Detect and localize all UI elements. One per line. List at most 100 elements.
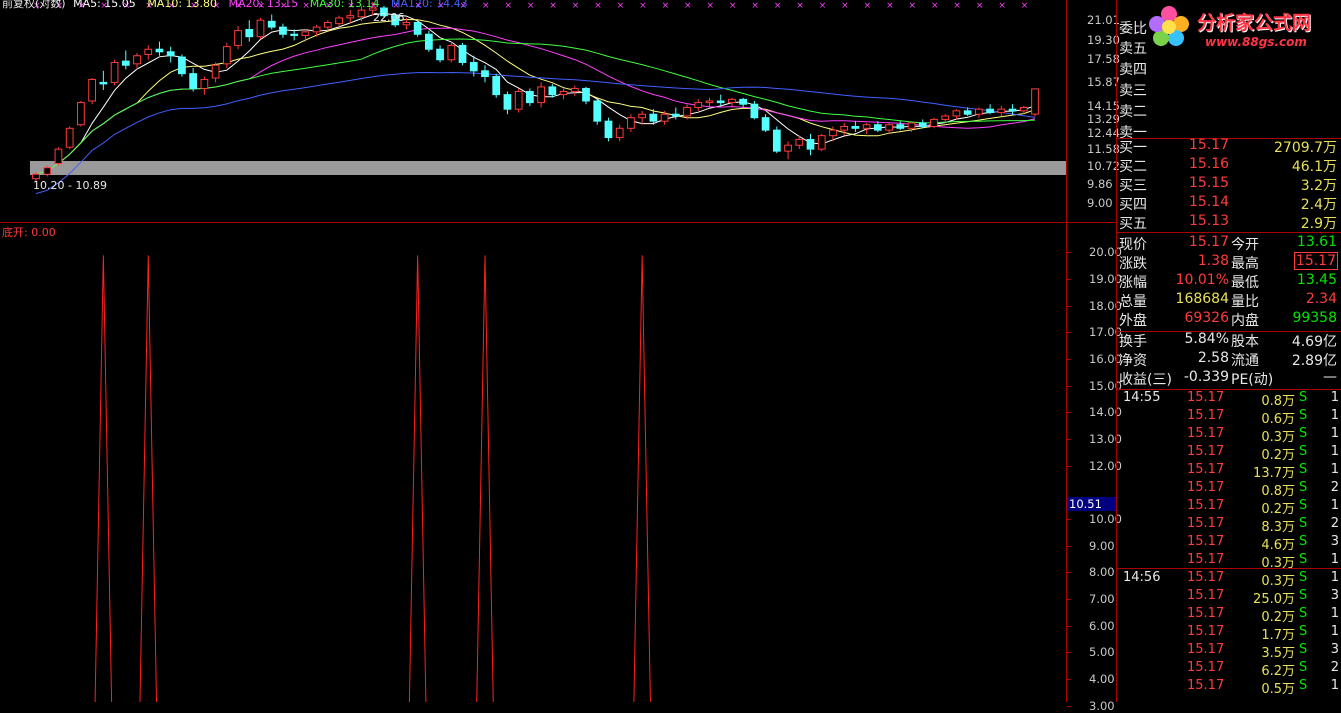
fundamental-row: 换手 5.84% 股本 4.69亿 <box>1119 331 1341 350</box>
candle <box>930 117 938 129</box>
candle-body <box>121 60 130 66</box>
candle-body <box>211 64 220 79</box>
quote-value: 15.17 <box>1293 252 1339 270</box>
trade-price: 15.17 <box>1187 408 1225 423</box>
logo-title: 分析家公式网 <box>1197 12 1312 34</box>
candle-body <box>739 98 748 105</box>
trade-side: S <box>1299 678 1308 693</box>
trade-count: 1 <box>1330 498 1339 513</box>
trade-price: 15.17 <box>1187 516 1225 531</box>
price-tick-label: 14.15 <box>1087 99 1120 113</box>
signal-marker: × <box>796 1 804 11</box>
trade-count: 1 <box>1330 462 1339 477</box>
candle <box>1008 104 1017 115</box>
candle <box>750 100 759 120</box>
trade-price: 15.17 <box>1187 552 1225 567</box>
candle-body <box>323 21 332 28</box>
quote-label: 涨跌 <box>1119 256 1147 272</box>
quote-row: 总量 168684 量比 2.34 <box>1119 291 1341 310</box>
candle-body <box>885 124 893 131</box>
trade-row: 15.17 0.2万 S 1 <box>1119 444 1341 463</box>
trade-count: 1 <box>1330 570 1339 585</box>
signal-marker: × <box>527 1 535 11</box>
indicator-tick-label: 8.00 <box>1089 565 1115 580</box>
signal-marker: × <box>549 1 557 11</box>
indicator-tick-mark <box>1067 545 1071 547</box>
candle <box>772 126 781 154</box>
trade-count: 1 <box>1330 408 1339 423</box>
candle-body <box>133 55 141 65</box>
candle-body <box>424 33 433 50</box>
signal-marker: × <box>594 1 602 11</box>
quote-value: 13.45 <box>1296 272 1337 288</box>
trade-volume: 4.6万 <box>1261 538 1295 553</box>
sell-level-label: 卖四 <box>1119 62 1147 78</box>
fundamental-value: 4.69亿 <box>1291 334 1337 350</box>
logo-url[interactable]: www.88gs.com <box>1205 35 1307 49</box>
indicator-spike <box>94 255 113 702</box>
fundamental-value: 2.89亿 <box>1291 353 1337 369</box>
indicator-chart[interactable] <box>0 224 1067 702</box>
quote-value: 2.34 <box>1305 291 1337 307</box>
price-tick-label: 19.30 <box>1087 33 1120 47</box>
candle-body <box>649 113 658 122</box>
candlestick-chart[interactable]: × × × × × × × × × × × × × × × × × × × × × × × × × × × × × × × × × × × × × × × ×… <box>0 0 1067 222</box>
trade-volume: 0.8万 <box>1261 394 1295 409</box>
trade-price: 15.17 <box>1187 444 1225 459</box>
trade-row: 15.17 1.7万 S 1 <box>1119 624 1341 643</box>
fundamental-value: -0.339 <box>1183 369 1229 385</box>
candle-body <box>155 48 164 53</box>
quote-label: 现价 <box>1119 237 1147 253</box>
quote-label: 内盘 <box>1231 313 1259 329</box>
indicator-tick-mark <box>1067 305 1071 307</box>
trade-side: S <box>1299 390 1308 405</box>
trade-side: S <box>1299 624 1308 639</box>
panel-separator <box>1117 232 1341 233</box>
candle-body <box>548 86 557 96</box>
trade-row: 15.17 6.2万 S 2 <box>1119 660 1341 679</box>
trade-volume: 3.5万 <box>1261 646 1295 661</box>
buy-level-volume: 3.2万 <box>1300 178 1337 194</box>
sell-level-label: 卖五 <box>1119 41 1147 57</box>
annotation-low: 10.20 - 10.89 <box>33 179 107 192</box>
legend-ma30: MA30: 13.14 <box>309 0 380 10</box>
indicator-spike <box>408 255 427 702</box>
trade-price: 15.17 <box>1187 426 1225 441</box>
candle <box>290 29 299 41</box>
candle-body <box>335 17 343 25</box>
candle-body <box>952 110 961 117</box>
indicator-spike <box>139 255 158 702</box>
signal-marker: × <box>504 1 512 11</box>
signal-marker: × <box>617 1 625 11</box>
candle-body <box>178 56 186 75</box>
trade-row: 15.17 3.5万 S 3 <box>1119 642 1341 661</box>
candle <box>234 25 242 50</box>
indicator-tick-mark <box>1067 679 1071 680</box>
candle <box>166 46 175 63</box>
candle-body <box>941 115 950 120</box>
trade-count: 2 <box>1330 660 1339 675</box>
indicator-tick-label: 4.00 <box>1089 672 1115 686</box>
trade-volume: 8.3万 <box>1261 520 1295 535</box>
ma120-line <box>35 71 1036 195</box>
buy-level-label: 买二 <box>1119 159 1147 175</box>
quote-row: 涨幅 10.01% 最低 13.45 <box>1119 272 1341 291</box>
sell-level-row: 卖三 <box>1119 80 1341 99</box>
candle-body <box>1008 108 1017 112</box>
candle-body <box>503 94 512 110</box>
candle <box>54 147 63 166</box>
legend-ma10: MA10: 13.80 <box>147 0 218 10</box>
quote-label: 涨幅 <box>1119 275 1147 291</box>
buy-level-volume: 46.1万 <box>1291 159 1337 175</box>
candle-body <box>469 61 478 72</box>
signal-marker: × <box>819 1 827 11</box>
candle-body <box>963 110 972 115</box>
candle <box>144 45 153 60</box>
trade-side: S <box>1299 516 1308 531</box>
trade-row: 15.17 0.3万 S 1 <box>1119 426 1341 445</box>
trade-price: 15.17 <box>1187 678 1225 693</box>
candle <box>447 41 456 63</box>
trade-time: 14:56 <box>1123 570 1161 585</box>
trade-row: 15.17 4.6万 S 3 <box>1119 534 1341 553</box>
indicator-tick-mark <box>1067 705 1071 707</box>
